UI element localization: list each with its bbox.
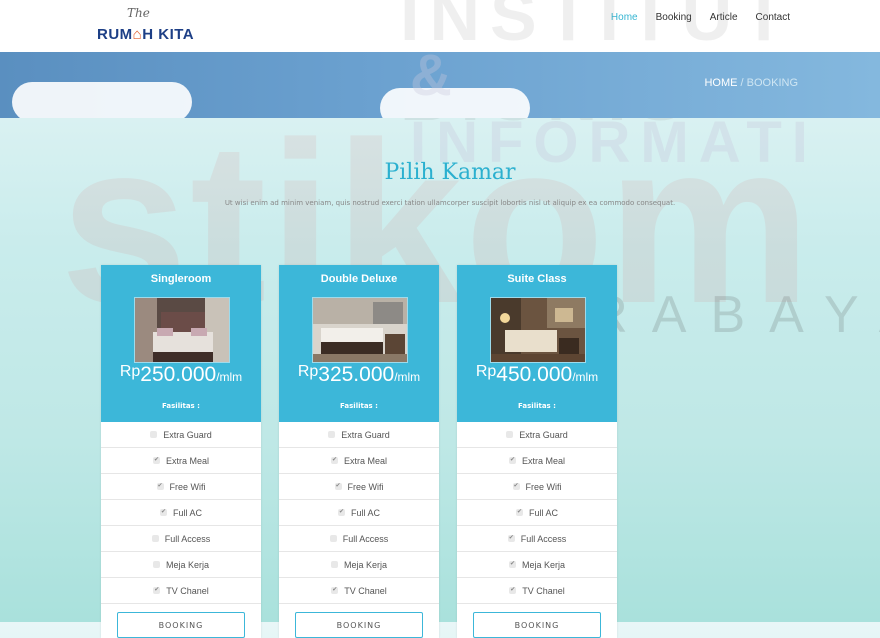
checkbox-checked[interactable]: ✔ [159, 509, 167, 516]
feature-row[interactable]: ✔ Meja Kerja [457, 552, 617, 578]
feature-row[interactable]: ✔ Full AC [101, 500, 261, 526]
checkbox[interactable] [150, 431, 158, 438]
room-price: Rp450.000/mlm [475, 363, 599, 386]
nav-contact[interactable]: Contact [756, 12, 790, 23]
room-name: Singleroom [150, 273, 212, 285]
feature-row[interactable]: ✔ Full Access [457, 526, 617, 552]
site-header: The RUM⌂H KITA Home Booking Article Cont… [0, 0, 880, 52]
booking-button[interactable]: BOOKING [473, 612, 601, 638]
page-banner: HOME / BOOKING [0, 52, 880, 118]
checkbox-checked[interactable]: ✔ [152, 457, 160, 464]
feature-row[interactable]: ✔ Extra Meal [279, 448, 439, 474]
room-price: Rp325.000/mlm [297, 363, 421, 386]
room-photo [490, 297, 586, 363]
checkbox-checked[interactable]: ✔ [507, 535, 515, 542]
booking-button[interactable]: BOOKING [295, 612, 423, 638]
feature-row[interactable]: Full Access [279, 526, 439, 552]
checkbox-checked[interactable]: ✔ [515, 509, 523, 516]
card-header: Double Deluxe Rp325.000/mlm Fasilitas : [279, 265, 439, 422]
card-header: Suite Class Rp450.000/mlm Fasilitas : [457, 265, 617, 422]
nav-booking[interactable]: Booking [656, 12, 692, 23]
checkbox[interactable] [506, 431, 514, 438]
page-title: Pilih Kamar [384, 160, 516, 185]
feature-row[interactable]: ✔ Free Wifi [457, 474, 617, 500]
feature-row[interactable]: ✔ Extra Meal [101, 448, 261, 474]
room-name: Suite Class [507, 273, 567, 285]
feature-row[interactable]: ✔ Free Wifi [101, 474, 261, 500]
logo-the-text: The [127, 6, 150, 20]
breadcrumb-home[interactable]: HOME [704, 77, 737, 89]
checkbox-checked[interactable]: ✔ [331, 587, 339, 594]
page-subtitle: Ut wisi enim ad minim veniam, quis nostr… [224, 199, 676, 207]
feature-row[interactable]: ✔ Free Wifi [279, 474, 439, 500]
feature-row[interactable]: ✔ TV Chanel [457, 578, 617, 604]
card-header: Singleroom Rp250.000/mlm Fasilitas : [101, 265, 261, 422]
room-card-double-deluxe: Double Deluxe Rp325.000/mlm Fasilitas : … [279, 265, 439, 638]
room-name: Double Deluxe [320, 273, 398, 285]
feature-row[interactable]: ✔ Extra Meal [457, 448, 617, 474]
checkbox[interactable] [151, 535, 159, 542]
breadcrumb-current: BOOKING [746, 77, 798, 89]
main-nav: Home Booking Article Contact [611, 12, 790, 23]
room-card-suite-class: Suite Class Rp450.000/mlm Fasilitas : Ex… [457, 265, 617, 638]
feature-row[interactable]: Full Access [101, 526, 261, 552]
checkbox-checked[interactable]: ✔ [153, 587, 161, 594]
feature-row[interactable]: ✔ TV Chanel [279, 578, 439, 604]
cloud-decoration [12, 82, 192, 118]
fasilitas-label: Fasilitas : [518, 402, 556, 410]
checkbox[interactable] [152, 561, 160, 568]
feature-row[interactable]: Extra Guard [101, 422, 261, 448]
checkbox-checked[interactable]: ✔ [512, 483, 520, 490]
feature-row[interactable]: ✔ Full AC [457, 500, 617, 526]
feature-row[interactable]: Meja Kerja [101, 552, 261, 578]
feature-row[interactable]: ✔ TV Chanel [101, 578, 261, 604]
checkbox-checked[interactable]: ✔ [334, 483, 342, 490]
room-photo [134, 297, 230, 363]
nav-home[interactable]: Home [611, 12, 638, 23]
house-icon: ⌂ [132, 26, 143, 43]
nav-article[interactable]: Article [710, 12, 738, 23]
feature-row[interactable]: Extra Guard [457, 422, 617, 448]
cloud-decoration [380, 88, 530, 118]
checkbox-checked[interactable]: ✔ [508, 457, 516, 464]
checkbox-checked[interactable]: ✔ [330, 457, 338, 464]
room-cards: Singleroom Rp250.000/mlm Fasilitas : Ext… [101, 265, 617, 638]
checkbox-checked[interactable]: ✔ [509, 587, 517, 594]
fasilitas-label: Fasilitas : [162, 402, 200, 410]
checkbox-checked[interactable]: ✔ [508, 561, 516, 568]
feature-row[interactable]: Meja Kerja [279, 552, 439, 578]
checkbox[interactable] [330, 561, 338, 568]
fasilitas-label: Fasilitas : [340, 402, 378, 410]
checkbox-checked[interactable]: ✔ [337, 509, 345, 516]
site-logo[interactable]: The RUM⌂H KITA [97, 6, 207, 46]
room-price: Rp250.000/mlm [119, 363, 243, 386]
room-photo [312, 297, 408, 363]
checkbox-checked[interactable]: ✔ [156, 483, 164, 490]
feature-row[interactable]: Extra Guard [279, 422, 439, 448]
checkbox[interactable] [329, 535, 337, 542]
booking-button[interactable]: BOOKING [117, 612, 245, 638]
checkbox[interactable] [328, 431, 336, 438]
logo-wordmark: RUM⌂H KITA [97, 26, 195, 43]
room-card-singleroom: Singleroom Rp250.000/mlm Fasilitas : Ext… [101, 265, 261, 638]
feature-row[interactable]: ✔ Full AC [279, 500, 439, 526]
breadcrumb: HOME / BOOKING [704, 77, 798, 89]
